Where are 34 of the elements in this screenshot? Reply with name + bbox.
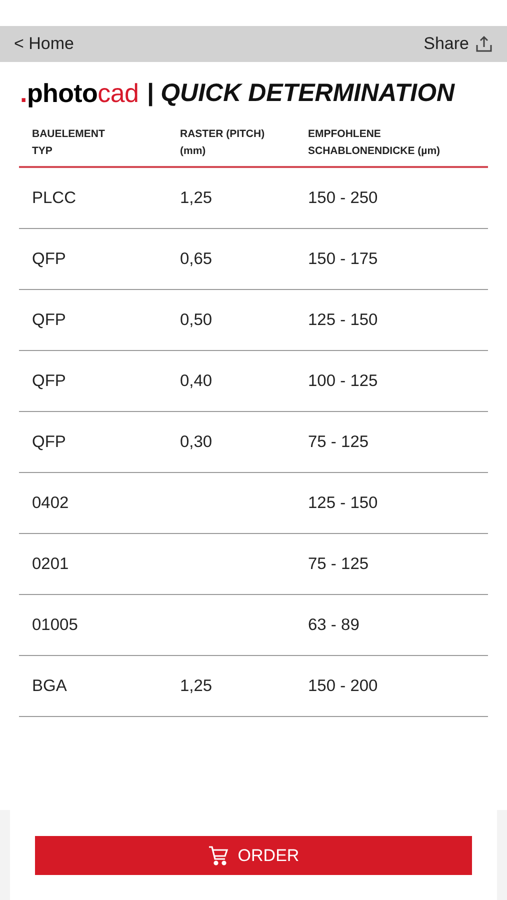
table-cell-text: 63 - 89 (308, 616, 360, 634)
table-cell-text: 01005 (32, 616, 79, 634)
table-cell-text: 0,40 (180, 372, 214, 390)
table-cell-text: QFP (32, 310, 67, 330)
table-cell-text: 0,50 (180, 310, 214, 330)
table-cell-text: 75 - 125 (308, 554, 370, 574)
table-cell-text: 150 - 175 (308, 250, 379, 268)
column-header: EMPFOHLENE SCHABLONENDICKE (µm) (308, 127, 442, 159)
share-icon (475, 35, 493, 53)
table-cell-text: 1,25 (180, 188, 214, 208)
table-cell-text: 125 - 150 (308, 310, 379, 330)
order-button[interactable]: ORDER (35, 836, 472, 875)
table-cell-text: PLCC (32, 188, 78, 208)
table-cell-text: 100 - 125 (308, 372, 379, 390)
table-cell-text: BGA (32, 676, 68, 696)
brand-logo: .photocad (20, 78, 139, 108)
table-cell-text: QFP (32, 432, 67, 452)
share-button[interactable]: Share (424, 34, 493, 54)
table-cell-text: 150 - 250 (308, 188, 379, 208)
table-cell-text: 150 - 200 (308, 676, 379, 696)
column-header: BAUELEMENT TYP (32, 127, 106, 159)
table-cell-text: QFP (32, 372, 67, 390)
back-button[interactable]: < Home (14, 34, 74, 54)
table-cell-text: 0,65 (180, 250, 214, 268)
table-cell-text: 0201 (32, 554, 70, 574)
cart-icon (208, 844, 230, 866)
table-cell-text: QFP (32, 250, 67, 268)
table-cell-text: 0402 (32, 494, 70, 512)
table-cell-text: 1,25 (180, 676, 214, 696)
table-cell-text: 75 - 125 (308, 432, 370, 452)
table-cell-text: 125 - 150 (308, 494, 379, 512)
table-cell-text: 0,30 (180, 432, 214, 452)
column-header: RASTER (PITCH) (mm) (180, 127, 266, 159)
page-title: | QUICK DETERMINATION (146, 78, 455, 108)
